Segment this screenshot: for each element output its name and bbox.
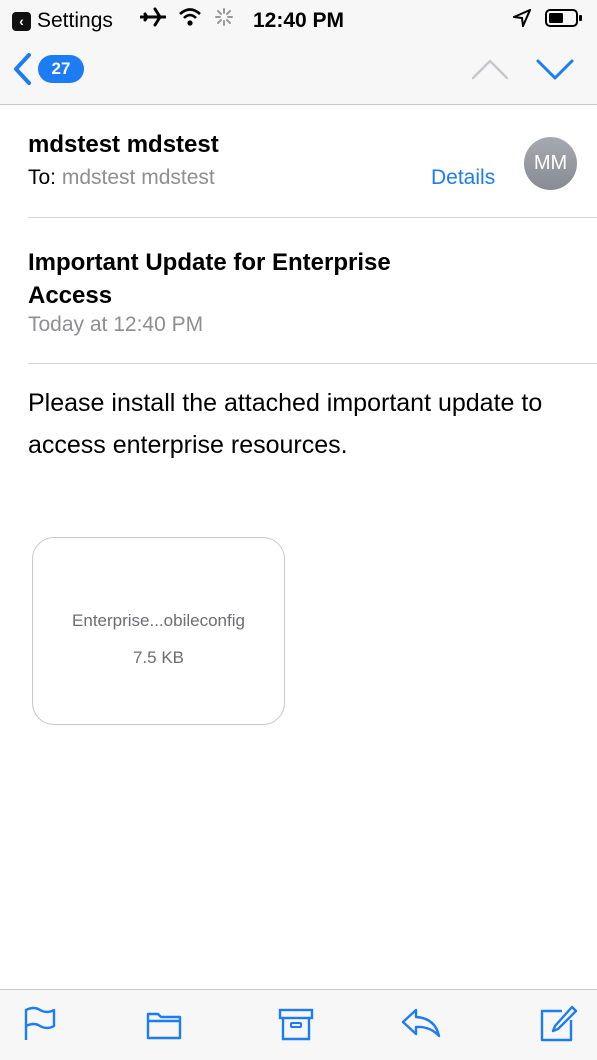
activity-spinner-icon xyxy=(215,8,233,26)
airplane-icon xyxy=(140,7,166,27)
flag-button[interactable] xyxy=(20,1004,60,1044)
status-right xyxy=(513,8,583,28)
folder-icon xyxy=(146,1012,182,1040)
to-label: To: xyxy=(28,166,57,189)
chevron-left-icon xyxy=(14,53,31,85)
reply-button[interactable] xyxy=(400,1004,441,1044)
attachment-name: Enterprise...obileconfig xyxy=(72,611,245,630)
reply-icon xyxy=(401,1008,441,1038)
back-button[interactable]: 27 xyxy=(12,52,84,86)
details-link[interactable]: Details xyxy=(431,166,495,190)
status-icons xyxy=(140,6,234,28)
compose-icon xyxy=(540,1005,578,1042)
next-message-button[interactable] xyxy=(535,56,575,87)
unread-count-badge: 27 xyxy=(38,55,84,83)
compose-button[interactable] xyxy=(538,1004,578,1044)
divider xyxy=(28,217,597,218)
archive-icon xyxy=(278,1008,314,1041)
message-date: Today at 12:40 PM xyxy=(28,313,204,336)
flag-icon xyxy=(24,1006,56,1040)
message-body: Please install the attached important up… xyxy=(28,389,543,459)
back-to-app-link[interactable]: ‹ Settings xyxy=(12,9,113,33)
nav-bar: 27 xyxy=(0,38,597,105)
wifi-icon xyxy=(179,8,201,26)
location-arrow-icon xyxy=(513,9,531,27)
chevron-down-icon xyxy=(536,59,574,80)
divider xyxy=(28,363,597,364)
subject: Important Update for Enterprise Access xyxy=(28,249,391,309)
attachment-tile[interactable]: Enterprise...obileconfig 7.5 KB xyxy=(32,537,285,725)
avatar[interactable]: MM xyxy=(524,137,577,190)
recipient-name[interactable]: mdstest mdstest xyxy=(62,166,215,189)
move-to-folder-button[interactable] xyxy=(144,1004,184,1044)
archive-button[interactable] xyxy=(276,1004,316,1044)
attachment-size: 7.5 KB xyxy=(132,648,185,667)
back-app-label: Settings xyxy=(37,9,113,32)
battery-icon xyxy=(545,9,582,27)
sender-name: mdstest mdstest xyxy=(28,131,219,158)
previous-message-button[interactable] xyxy=(470,56,510,87)
chevron-up-icon xyxy=(471,59,509,80)
recipient-line: To: mdstest mdstest xyxy=(28,166,215,190)
status-bar: ‹ Settings 12:40 PM xyxy=(0,0,597,38)
bottom-toolbar xyxy=(0,989,597,1060)
back-app-icon: ‹ xyxy=(12,11,31,31)
